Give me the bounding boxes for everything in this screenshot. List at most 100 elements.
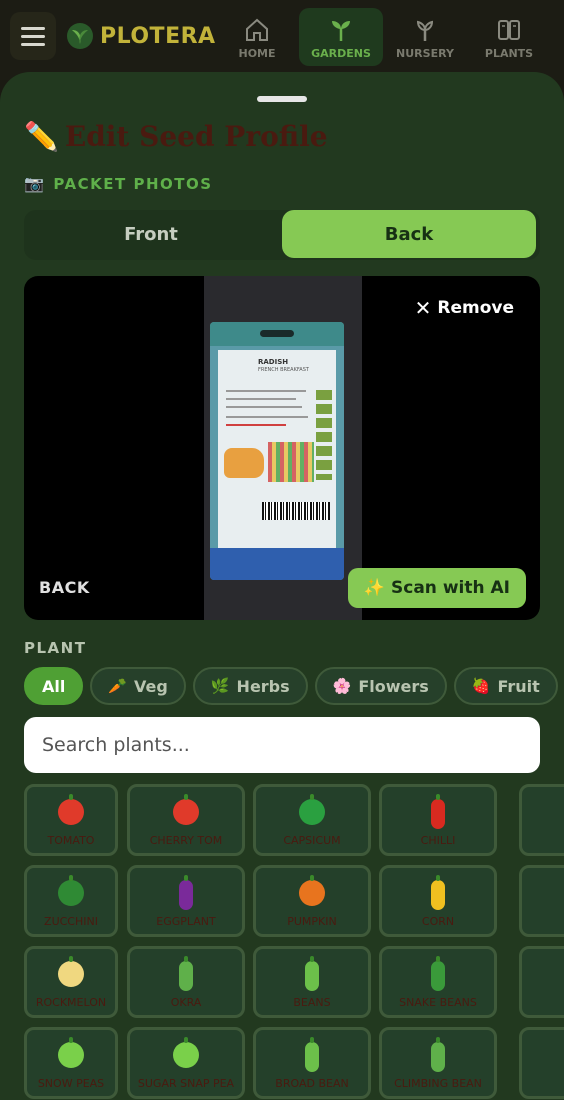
plant-tile[interactable]: [519, 1027, 564, 1099]
remove-label: Remove: [437, 298, 514, 318]
plant-tile[interactable]: ROCKMELON: [24, 946, 118, 1018]
filter-herbs[interactable]: 🌿 Herbs: [192, 667, 308, 705]
packet-map: [224, 448, 264, 478]
hamburger-line: [21, 42, 45, 46]
plant-tile[interactable]: ZUCCHINI: [24, 865, 118, 937]
sparkles-icon: ✨: [363, 578, 386, 598]
plant-stem: [310, 956, 314, 962]
filter-flowers[interactable]: 🌸 Flowers: [314, 667, 447, 705]
plant-icon: [431, 956, 445, 991]
plant-tile[interactable]: EGGPLANT: [127, 865, 245, 937]
hamburger-line: [21, 26, 45, 30]
tab-front[interactable]: Front: [24, 210, 278, 258]
plant-icon: [58, 956, 84, 987]
packet-warning-line: [226, 424, 286, 426]
plant-label: SNOW PEAS: [37, 1077, 105, 1090]
photo-side-toggle: Front Back: [24, 210, 540, 260]
scan-with-ai-button[interactable]: ✨ Scan with AI: [347, 568, 526, 608]
sprout-icon: [332, 21, 350, 41]
plant-label: SNAKE BEANS: [399, 996, 477, 1009]
plant-label: BROAD BEAN: [275, 1077, 349, 1090]
nav-gardens[interactable]: GARDENS: [299, 8, 383, 66]
plant-icon: [299, 794, 325, 825]
plant-stem: [436, 956, 440, 962]
filter-veg[interactable]: 🥕 Veg: [90, 667, 186, 705]
nav-plants[interactable]: PLANTS: [467, 8, 551, 66]
plant-stem: [184, 875, 188, 881]
strawberry-icon: 🍓: [471, 677, 491, 695]
seedling-icon: [416, 20, 434, 41]
plant-tile[interactable]: TOMATO: [24, 784, 118, 856]
nav-label: NURSERY: [396, 47, 454, 60]
plant-tile[interactable]: SUGAR SNAP PEA: [127, 1027, 245, 1099]
plant-icon: [431, 875, 445, 910]
plant-label: CHERRY TOM: [149, 834, 223, 847]
plant-filter-chips: All 🥕 Veg 🌿 Herbs 🌸 Flowers 🍓 Fruit: [24, 667, 558, 705]
nav-home[interactable]: HOME: [215, 8, 299, 66]
plant-tile[interactable]: BROAD BEAN: [253, 1027, 371, 1099]
remove-photo-button[interactable]: ✕ Remove: [415, 296, 514, 320]
plant-stem: [69, 794, 73, 800]
plant-icon: [305, 956, 319, 991]
plant-tile[interactable]: CLIMBING BEAN: [379, 1027, 497, 1099]
plant-tile[interactable]: BEANS: [253, 946, 371, 1018]
plant-tile[interactable]: CAPSICUM: [253, 784, 371, 856]
plant-tile[interactable]: SNAKE BEANS: [379, 946, 497, 1018]
plant-tile[interactable]: CHERRY TOM: [127, 784, 245, 856]
logo-leaf-icon: [67, 23, 93, 49]
scan-label: Scan with AI: [391, 578, 510, 598]
plant-tile[interactable]: CORN: [379, 865, 497, 937]
tab-back[interactable]: Back: [282, 210, 536, 258]
plant-stem: [69, 956, 73, 962]
plant-tile[interactable]: [519, 784, 564, 856]
plant-tile[interactable]: [519, 946, 564, 1018]
photo-side-label: BACK: [39, 578, 90, 597]
book-icon: [498, 20, 520, 40]
chip-label: Flowers: [358, 676, 429, 696]
plant-grid: TOMATO CHERRY TOM CAPSICUM CHILLI ZUCCHINI EG…: [24, 784, 564, 1100]
carrot-icon: 🥕: [108, 677, 128, 695]
app-name: PLOTERA: [100, 23, 216, 49]
page-title: Edit Seed Profile: [64, 120, 328, 153]
plant-icon: [173, 1037, 199, 1068]
app-logo[interactable]: PLOTERA: [66, 22, 216, 50]
plant-tile[interactable]: PUMPKIN: [253, 865, 371, 937]
packet-text-line: [226, 416, 308, 418]
packet-header-strip: [210, 322, 344, 346]
menu-button[interactable]: [10, 12, 56, 60]
plant-tile[interactable]: OKRA: [127, 946, 245, 1018]
plant-label: BEANS: [293, 996, 331, 1009]
plant-label: ZUCCHINI: [44, 915, 98, 928]
chip-label: All: [42, 676, 66, 696]
plant-tile[interactable]: CHILLI: [379, 784, 497, 856]
packet-label: RADISH FRENCH BREAKFAST: [218, 350, 336, 550]
filter-all[interactable]: All: [24, 667, 84, 705]
filter-fruit[interactable]: 🍓 Fruit: [453, 667, 558, 705]
plant-tile[interactable]: SNOW PEAS: [24, 1027, 118, 1099]
plant-heading: PLANT: [24, 639, 87, 657]
plant-label: EGGPLANT: [156, 915, 216, 928]
packet-title: RADISH: [258, 358, 289, 366]
plant-label: PUMPKIN: [287, 915, 337, 928]
nav-label: GARDENS: [311, 47, 371, 60]
plant-stem: [436, 875, 440, 881]
flower-icon: 🌸: [332, 677, 352, 695]
plant-icon: [58, 1037, 84, 1068]
sheet-drag-handle[interactable]: [257, 96, 307, 102]
plant-stem: [436, 1037, 440, 1043]
nav-label: PLANTS: [484, 47, 534, 60]
plant-stem: [436, 794, 440, 800]
plant-stem: [184, 794, 188, 800]
search-plants-input[interactable]: [24, 717, 540, 773]
plant-stem: [310, 1037, 314, 1043]
packet-photos-heading: 📷 PACKET PHOTOS: [24, 174, 213, 193]
sheet-header: ✏️ Edit Seed Profile: [24, 120, 328, 153]
plant-label: TOMATO: [47, 834, 95, 847]
packet-barcode: [262, 502, 330, 520]
plant-icon: [173, 794, 199, 825]
plant-label: CLIMBING BEAN: [394, 1077, 482, 1090]
plant-label: SUGAR SNAP PEA: [137, 1077, 235, 1090]
plant-stem: [69, 875, 73, 881]
plant-tile[interactable]: [519, 865, 564, 937]
nav-nursery[interactable]: NURSERY: [383, 8, 467, 66]
